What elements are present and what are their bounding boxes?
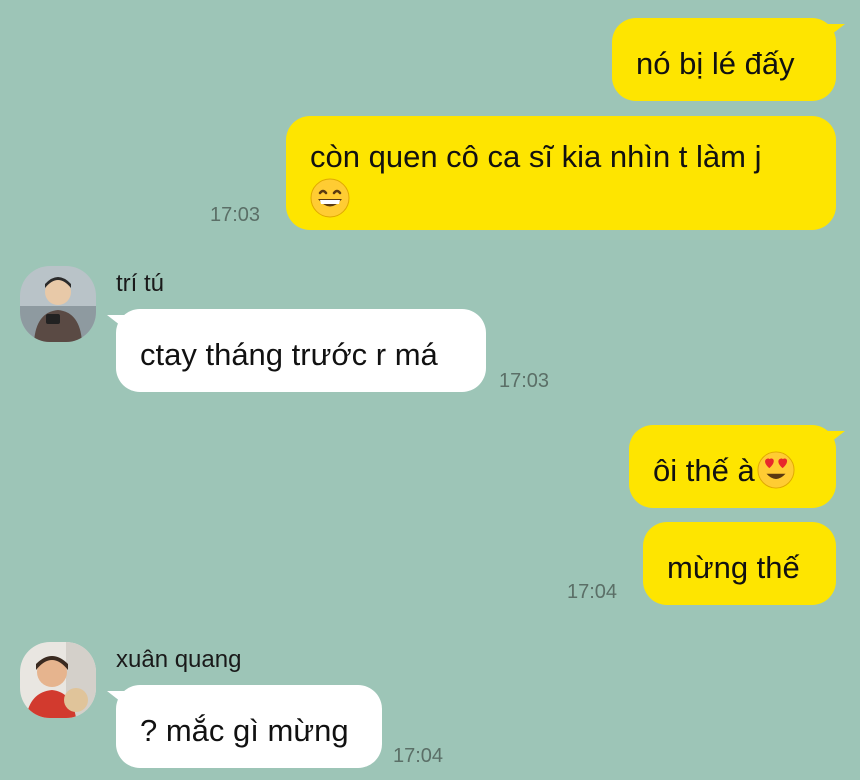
- avatar-tri-tu[interactable]: [20, 266, 96, 342]
- outgoing-message-bubble[interactable]: mừng thế: [643, 522, 836, 605]
- outgoing-message-bubble[interactable]: nó bị lé đấy: [612, 18, 845, 101]
- message-text: ? mắc gì mừng: [140, 713, 349, 748]
- outgoing-message-bubble[interactable]: còn quen cô ca sĩ kia nhìn t làm j: [286, 116, 836, 230]
- message-timestamp: 17:03: [210, 204, 261, 226]
- sender-name: xuân quang: [116, 646, 242, 673]
- sender-name: trí tú: [116, 270, 165, 297]
- outgoing-message-bubble[interactable]: ôi thế à: [629, 425, 845, 508]
- incoming-message-bubble[interactable]: ctay tháng trước r má: [107, 309, 486, 392]
- avatar-photo: [20, 642, 96, 718]
- heart-eyes-icon: [757, 451, 795, 489]
- message-text: còn quen cô ca sĩ kia nhìn t làm j: [310, 139, 762, 174]
- avatar-xuan-quang[interactable]: [20, 642, 96, 718]
- avatar-photo: [20, 266, 96, 342]
- message-timestamp: 17:04: [567, 581, 618, 603]
- message-text: ctay tháng trước r má: [140, 337, 438, 372]
- message-text: ôi thế à: [653, 453, 755, 488]
- message-text: nó bị lé đấy: [636, 46, 795, 81]
- incoming-message-bubble[interactable]: ? mắc gì mừng: [107, 685, 382, 768]
- grinning-face-icon: [310, 178, 350, 218]
- message-timestamp: 17:03: [499, 370, 550, 392]
- message-timestamp: 17:04: [393, 745, 444, 767]
- message-text: mừng thế: [667, 550, 800, 585]
